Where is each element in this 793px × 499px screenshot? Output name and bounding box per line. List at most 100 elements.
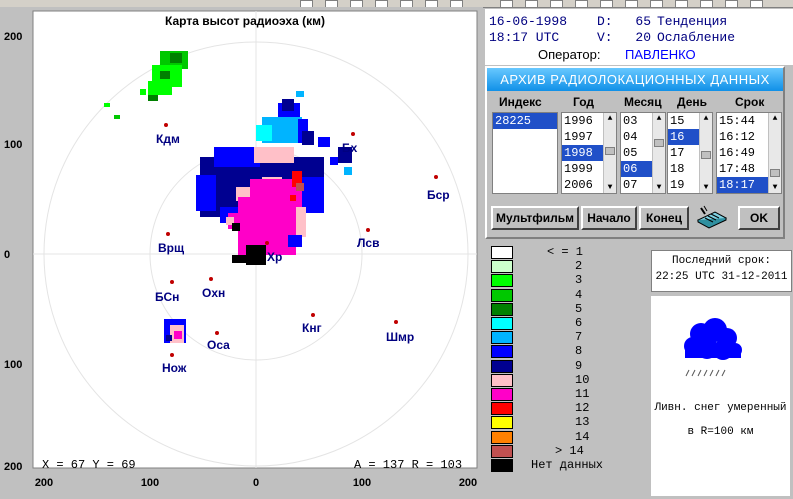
ok-button[interactable]: OK xyxy=(738,206,780,230)
legend-swatch xyxy=(491,388,513,401)
station-dot xyxy=(166,232,170,236)
station-dot xyxy=(394,320,398,324)
station-dot xyxy=(170,353,174,357)
scroll-up-icon[interactable]: ▲ xyxy=(604,113,616,124)
station-dot xyxy=(209,277,213,281)
header-day: День xyxy=(677,95,707,109)
axis-bottom-label: 200 xyxy=(459,477,477,489)
station-label: Бх xyxy=(342,141,358,155)
legend-swatch xyxy=(491,331,513,345)
date-value: 16-06-1998 xyxy=(489,14,568,29)
month-scrollbar[interactable]: ▲ ▼ xyxy=(652,113,665,193)
station-dot xyxy=(311,313,315,317)
toolbar-button[interactable] xyxy=(600,0,613,8)
axis-bottom-label: 200 xyxy=(35,477,53,489)
station-label: Кнг xyxy=(302,321,322,335)
legend-swatch xyxy=(491,317,513,330)
axis-bottom-label: 100 xyxy=(141,477,159,489)
toolbar-button[interactable] xyxy=(650,0,663,8)
legend-swatch xyxy=(491,260,513,274)
legend-label: > 14 xyxy=(555,443,584,458)
station-label: БСн xyxy=(155,290,179,304)
legend-swatch xyxy=(491,302,513,316)
station-label: Шмр xyxy=(386,330,414,344)
scroll-thumb[interactable] xyxy=(654,139,664,147)
day-list[interactable]: 15 16 17 18 19 ▲ ▼ xyxy=(667,112,713,194)
axis-left-label: 100 xyxy=(4,359,22,371)
day-scrollbar[interactable]: ▲ ▼ xyxy=(699,113,712,193)
toolbar-button[interactable] xyxy=(725,0,738,8)
station-label: Нож xyxy=(162,361,187,375)
legend-swatch xyxy=(491,430,513,444)
toolbar-button[interactable] xyxy=(750,0,763,8)
legend-label: 11 xyxy=(575,387,590,401)
year-scrollbar[interactable]: ▲ ▼ xyxy=(603,113,616,193)
start-button[interactable]: Начало xyxy=(581,206,637,230)
header-year: Год xyxy=(573,95,594,109)
multfilm-button[interactable]: Мультфильм xyxy=(491,206,579,230)
toolbar-button[interactable] xyxy=(700,0,713,8)
radar-map[interactable]: Кдм Бх Бср Врщ Лсв Хр Охн БСн Кнг Шмр Оса Нож Карта… xyxy=(0,7,483,499)
axis-left-label: 200 xyxy=(4,31,22,43)
header-index: Индекс xyxy=(499,95,542,109)
month-list[interactable]: 03 04 05 06 07 ▲ ▼ xyxy=(620,112,666,194)
station-dot xyxy=(366,228,370,232)
cursor-xy-readout: X = 67 Y = 69 xyxy=(42,458,136,472)
scroll-up-icon[interactable]: ▲ xyxy=(653,113,665,124)
book-icon[interactable] xyxy=(695,202,729,230)
radar-map-panel: Кдм Бх Бср Врщ Лсв Хр Охн БСн Кнг Шмр Оса Нож Карта… xyxy=(0,7,483,499)
toolbar-button[interactable] xyxy=(525,0,538,8)
list-item[interactable]: 28225 xyxy=(493,113,557,129)
attenuation-label: Ослабление xyxy=(657,30,736,45)
end-button[interactable]: Конец xyxy=(639,206,689,230)
scroll-up-icon[interactable]: ▲ xyxy=(769,113,781,124)
scroll-thumb[interactable] xyxy=(605,147,615,155)
archive-title: АРХИВ РАДИОЛОКАЦИОННЫХ ДАННЫХ xyxy=(487,68,783,91)
scroll-thumb[interactable] xyxy=(701,151,711,159)
legend-label: 13 xyxy=(575,415,590,430)
d-label: D: xyxy=(597,14,613,29)
toolbar-button[interactable] xyxy=(675,0,688,8)
year-list[interactable]: 1996 1997 1998 1999 2006 ▲ ▼ xyxy=(561,112,617,194)
station-dot xyxy=(215,331,219,335)
trend-label: Тенденция xyxy=(657,14,728,29)
v-label: V: xyxy=(597,30,613,45)
term-list[interactable]: 15:44 16:12 16:49 17:48 18:17 ▲ ▼ xyxy=(716,112,782,194)
scroll-thumb[interactable] xyxy=(770,169,780,177)
toolbar-button[interactable] xyxy=(500,0,513,8)
legend-label: 14 xyxy=(575,429,590,444)
scroll-down-icon[interactable]: ▼ xyxy=(653,182,665,193)
legend-label: 12 xyxy=(575,401,590,416)
toolbar-button[interactable] xyxy=(575,0,588,8)
axis-left-label: 100 xyxy=(4,139,22,151)
legend-swatch xyxy=(491,345,513,359)
legend-label: 3 xyxy=(575,273,583,288)
legend-label: 5 xyxy=(575,301,583,316)
scroll-up-icon[interactable]: ▲ xyxy=(700,113,712,124)
last-period-title: Последний срок: xyxy=(671,255,772,267)
header-month: Месяц xyxy=(624,95,662,109)
index-list[interactable]: 28225 xyxy=(492,112,558,194)
scroll-down-icon[interactable]: ▼ xyxy=(604,182,616,193)
weather-description: Ливн. снег умеренный xyxy=(654,402,787,414)
color-legend: < = 1 2 3 4 5 6 7 8 9 10 11 12 13 14 > 14 Нет данных xyxy=(487,244,637,499)
archive-dialog: АРХИВ РАДИОЛОКАЦИОННЫХ ДАННЫХ Индекс Год… xyxy=(485,66,785,239)
toolbar-button[interactable] xyxy=(550,0,563,8)
legend-swatch xyxy=(491,288,513,302)
station-label: Лсв xyxy=(357,236,379,250)
legend-swatch xyxy=(491,444,513,458)
station-dot xyxy=(170,280,174,284)
station-label: Охн xyxy=(202,286,225,300)
term-scrollbar[interactable]: ▲ ▼ xyxy=(768,113,781,193)
axis-left-label: 200 xyxy=(4,461,22,473)
weather-range: в R=100 км xyxy=(687,426,754,438)
legend-swatch xyxy=(491,274,513,288)
legend-label: < = 1 xyxy=(547,245,584,259)
d-value: 65 xyxy=(635,14,651,29)
scroll-down-icon[interactable]: ▼ xyxy=(769,182,781,193)
scroll-down-icon[interactable]: ▼ xyxy=(700,182,712,193)
station-label: Кдм xyxy=(156,132,180,146)
legend-label: Нет данных xyxy=(531,458,604,472)
operator-label: Оператор: xyxy=(538,47,601,62)
toolbar-button[interactable] xyxy=(625,0,638,8)
